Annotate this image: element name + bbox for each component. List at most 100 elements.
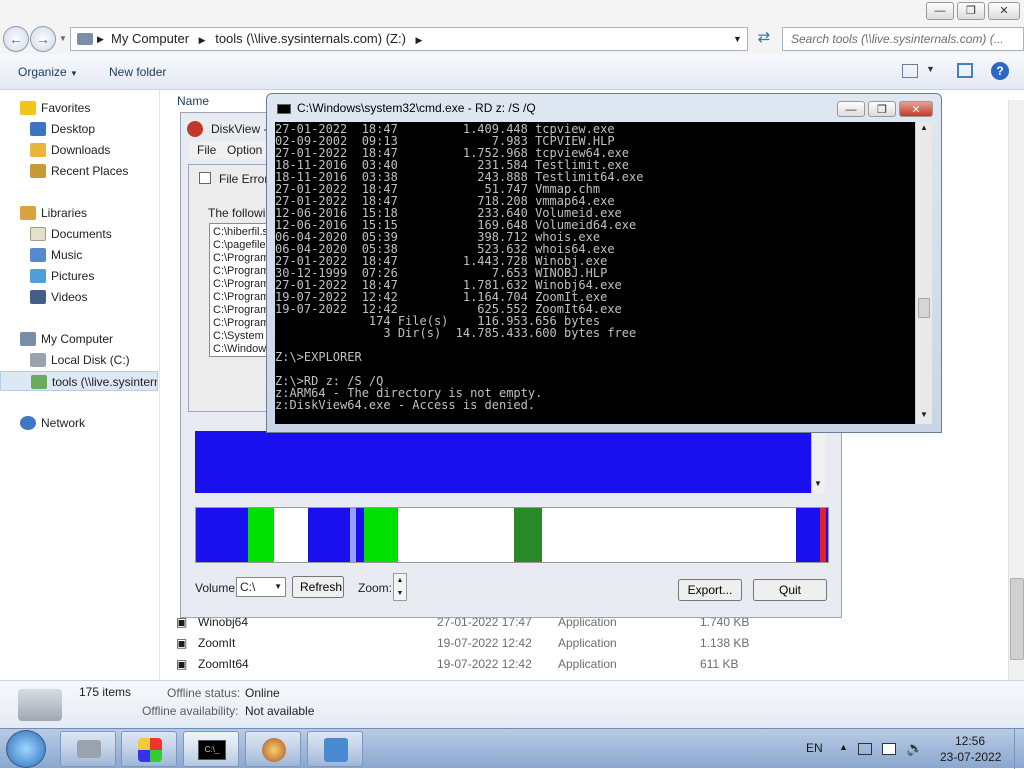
scroll-down-icon[interactable]: ▼ — [814, 479, 822, 488]
show-hidden-icons-icon[interactable]: ▲ — [839, 742, 848, 752]
organize-button[interactable]: Organize ▼ — [18, 65, 78, 79]
views-icon[interactable] — [902, 64, 918, 78]
cmd-window: C:\Windows\system32\cmd.exe - RD z: /S /… — [266, 93, 942, 433]
offline-status-label: Offline status: — [167, 686, 241, 700]
nav-pictures[interactable]: Pictures — [0, 266, 158, 286]
nav-libraries[interactable]: Libraries — [0, 203, 158, 223]
clock-date[interactable]: 23-07-2022 — [940, 750, 1001, 764]
address-bar[interactable]: ▶ My Computer ▶ tools (\\live.sysinterna… — [70, 27, 748, 51]
back-arrow-icon: ← — [9, 31, 23, 47]
list-item[interactable]: C:\System V — [213, 330, 274, 343]
preview-pane-icon[interactable] — [957, 63, 973, 78]
clock-time[interactable]: 12:56 — [955, 734, 985, 748]
address-dropdown-icon[interactable]: ▼ — [733, 28, 742, 50]
list-item[interactable]: C:\Program — [213, 291, 274, 304]
nav-favorites[interactable]: Favorites — [0, 98, 158, 118]
close-button[interactable]: ✕ — [988, 2, 1020, 20]
help-icon[interactable]: ? — [991, 62, 1009, 80]
file-size: 1.138 KB — [700, 636, 750, 650]
quit-button[interactable]: Quit — [753, 579, 827, 601]
new-folder-button[interactable]: New folder — [109, 65, 166, 79]
network-drive-icon — [18, 689, 62, 721]
details-pane: 175 items Offline status: Online Offline… — [0, 680, 1024, 728]
taskbar-diskview[interactable] — [245, 731, 301, 767]
views-dropdown-icon[interactable]: ▼ — [926, 64, 935, 74]
maximize-button[interactable]: ❒ — [957, 2, 985, 20]
fragment-block — [196, 508, 248, 562]
taskbar-app[interactable] — [121, 731, 177, 767]
navigation-pane: Favorites Desktop Downloads Recent Place… — [0, 90, 160, 680]
list-item[interactable]: C:\Program — [213, 252, 274, 265]
nav-my-computer[interactable]: My Computer — [0, 329, 158, 349]
refresh-button[interactable]: Refresh — [292, 576, 344, 598]
scrollbar-thumb[interactable] — [918, 298, 930, 318]
volume-select[interactable]: C:\ ▼ — [236, 577, 286, 597]
console-line: 3 Dir(s) 14.785.433.600 bytes free — [275, 326, 637, 340]
zoom-spinner[interactable]: ▲ ▼ — [393, 573, 407, 601]
scrollbar-thumb[interactable] — [1010, 578, 1024, 660]
nav-downloads[interactable]: Downloads — [0, 140, 158, 160]
file-list-scrollbar[interactable] — [1008, 100, 1024, 680]
breadcrumb-tools-drive[interactable]: tools (\\live.sysinternals.com) (Z:) — [215, 31, 406, 46]
list-item[interactable]: C:\Program — [213, 304, 274, 317]
table-row[interactable]: ▣ ZoomIt 19-07-2022 12:42 Application 1.… — [176, 633, 776, 653]
nav-tools-drive[interactable]: tools (\\live.sysinterna — [0, 371, 158, 391]
cmd-scrollbar[interactable]: ▲ ▼ — [915, 122, 932, 424]
computer-icon — [20, 332, 36, 346]
desktop-icon — [30, 122, 46, 136]
scroll-down-icon[interactable]: ▼ — [920, 410, 928, 419]
menu-file[interactable]: File — [197, 143, 216, 157]
minimize-button[interactable]: — — [926, 2, 954, 20]
list-item[interactable]: C:\Window — [213, 343, 274, 356]
cmd-console-output[interactable]: 27-01-2022 18:47 1.409.448 tcpview.exe 02… — [275, 122, 915, 424]
nav-documents[interactable]: Documents — [0, 224, 158, 244]
nav-desktop[interactable]: Desktop — [0, 119, 158, 139]
nav-label: Documents — [51, 227, 112, 241]
list-item[interactable]: C:\pagefile. — [213, 239, 274, 252]
action-center-icon[interactable] — [882, 743, 896, 755]
dialog-icon — [199, 172, 211, 184]
show-desktop-button[interactable] — [1014, 729, 1024, 769]
cluster-map-scrollbar[interactable]: ▼ — [811, 431, 825, 493]
column-header-name[interactable]: Name — [177, 94, 209, 108]
menu-options[interactable]: Option — [227, 143, 262, 157]
disk-drive-icon — [30, 353, 46, 367]
music-icon — [30, 248, 46, 262]
cmd-maximize-button[interactable]: ❒ — [868, 101, 896, 117]
table-row[interactable]: ▣ ZoomIt64 19-07-2022 12:42 Application … — [176, 654, 776, 674]
volume-icon[interactable]: 🔈 — [906, 740, 923, 757]
refresh-icon[interactable]: ⇄ — [752, 28, 776, 50]
taskbar-explorer[interactable] — [60, 731, 116, 767]
list-item[interactable]: C:\Program — [213, 265, 274, 278]
cmd-close-button[interactable]: ✕ — [899, 101, 933, 117]
list-item[interactable]: C:\Program — [213, 317, 274, 330]
taskbar-app-2[interactable] — [307, 731, 363, 767]
network-tray-icon[interactable] — [858, 743, 872, 755]
scroll-up-icon[interactable]: ▲ — [920, 123, 928, 132]
recent-pages-chevron-icon[interactable]: ▼ — [59, 34, 67, 43]
breadcrumb-separator-icon[interactable]: ▶ — [193, 35, 212, 45]
list-item[interactable]: C:\Program — [213, 278, 274, 291]
breadcrumb-my-computer[interactable]: My Computer — [111, 31, 189, 46]
export-button[interactable]: Export... — [678, 579, 742, 601]
nav-music[interactable]: Music — [0, 245, 158, 265]
fragment-block — [248, 508, 274, 562]
input-language[interactable]: EN — [806, 741, 823, 755]
taskbar-cmd[interactable]: C:\_ — [183, 731, 239, 767]
explorer-titlebar[interactable]: — ❒ ✕ — [0, 0, 1024, 24]
forward-button[interactable]: → — [30, 26, 56, 52]
nav-network[interactable]: Network — [0, 413, 158, 433]
back-button[interactable]: ← — [3, 26, 29, 52]
start-button[interactable] — [6, 730, 46, 768]
file-fragment-strip[interactable] — [195, 507, 829, 563]
nav-local-disk[interactable]: Local Disk (C:) — [0, 350, 158, 370]
list-item[interactable]: C:\hiberfil.s — [213, 226, 274, 239]
search-input[interactable]: Search tools (\\live.sysinternals.com) (… — [782, 27, 1024, 51]
nav-recent-places[interactable]: Recent Places — [0, 161, 158, 181]
disk-cluster-map[interactable] — [195, 431, 825, 493]
volume-label: Volume: — [195, 581, 239, 595]
nav-label: Local Disk (C:) — [51, 353, 130, 367]
breadcrumb-separator-icon[interactable]: ▶ — [410, 35, 429, 45]
nav-videos[interactable]: Videos — [0, 287, 158, 307]
cmd-minimize-button[interactable]: — — [837, 101, 865, 117]
